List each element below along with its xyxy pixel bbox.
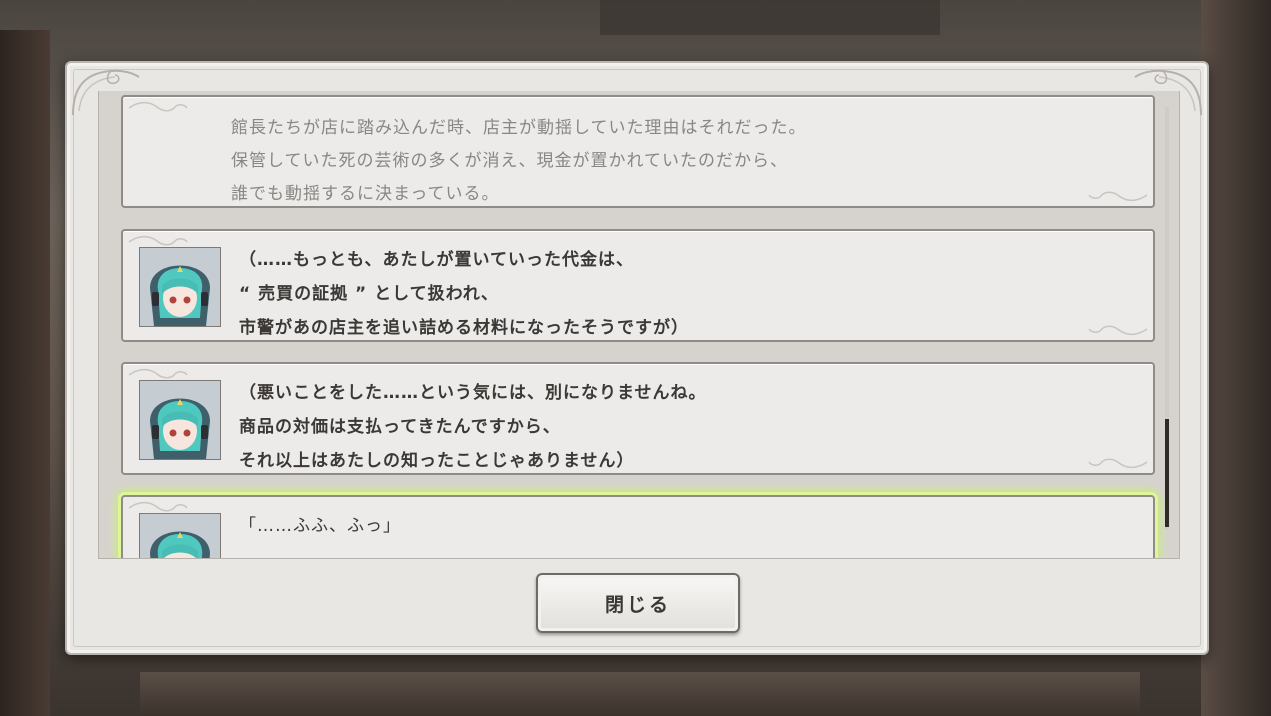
close-button-label: 閉じる: [604, 593, 671, 616]
speech-line: （悪いことをした……という気には、別になりませんね。: [239, 383, 707, 403]
log-entry-narration: 館長たちが店に踏み込んだ時、店主が動揺していた理由はそれだった。 保管していた死…: [121, 95, 1155, 208]
speech-line: “ 売買の証拠 ” として扱われ、: [239, 284, 499, 304]
flourish-ornament-icon: [1088, 458, 1148, 469]
background-window: [600, 0, 940, 35]
background-bookshelf-right: [1201, 0, 1271, 716]
speech-line: （……もっとも、あたしが置いていった代金は、: [239, 250, 634, 270]
speech-line: 商品の対価は支払ってきたんですから、: [239, 417, 561, 437]
character-portrait: [139, 513, 221, 558]
flourish-ornament-icon: [128, 101, 188, 112]
backlog-scrollbar[interactable]: [1165, 107, 1169, 529]
speech-line: 市警があの店主を追い詰める材料になったそうですが）: [239, 318, 689, 338]
backlog-list[interactable]: 館長たちが店に踏み込んだ時、店主が動揺していた理由はそれだった。 保管していた死…: [98, 91, 1180, 559]
background-floor: [140, 672, 1140, 716]
log-entry-speech-current[interactable]: 「……ふふ、ふっ」: [121, 495, 1155, 558]
narration-line: 館長たちが店に踏み込んだ時、店主が動揺していた理由はそれだった。: [231, 118, 807, 138]
character-portrait: [139, 380, 221, 460]
backlog-dialog: 館長たちが店に踏み込んだ時、店主が動揺していた理由はそれだった。 保管していた死…: [65, 61, 1209, 655]
flourish-ornament-icon: [1088, 191, 1148, 202]
narration-line: 誰でも動揺するに決まっている。: [231, 184, 500, 204]
log-entry-speech[interactable]: （……もっとも、あたしが置いていった代金は、 “ 売買の証拠 ” として扱われ、…: [121, 229, 1155, 342]
log-entry-speech[interactable]: （悪いことをした……という気には、別になりませんね。 商品の対価は支払ってきたん…: [121, 362, 1155, 475]
character-portrait: [139, 247, 221, 327]
scrollbar-thumb[interactable]: [1165, 419, 1169, 527]
narration-line: 保管していた死の芸術の多くが消え、現金が置かれていたのだから、: [231, 151, 788, 171]
close-button[interactable]: 閉じる: [536, 573, 740, 633]
speech-line: それ以上はあたしの知ったことじゃありません）: [239, 451, 635, 471]
background-bookshelf-left: [0, 30, 50, 716]
flourish-ornament-icon: [1088, 325, 1148, 336]
speech-line: 「……ふふ、ふっ」: [239, 516, 401, 536]
